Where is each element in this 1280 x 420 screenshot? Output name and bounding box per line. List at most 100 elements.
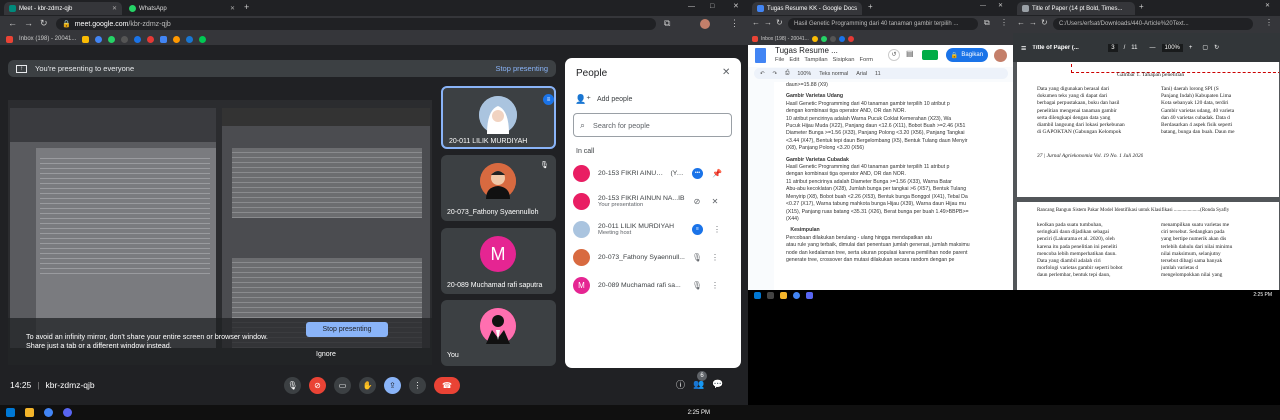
reload-icon[interactable]: ↻ [40, 19, 48, 28]
people-icon[interactable]: 👥 6 [693, 371, 708, 390]
menu-insert[interactable]: Sisipkan [833, 57, 855, 63]
avatar[interactable] [994, 49, 1007, 62]
minimize-icon[interactable]: — [688, 3, 695, 10]
bookmark-icon[interactable] [820, 36, 827, 42]
tab-pdf[interactable]: Title of Paper (14 pt Bold, Times... [1017, 2, 1135, 15]
bookmark-icon[interactable] [173, 35, 181, 43]
stop-presenting-button[interactable]: Stop presenting [306, 322, 388, 337]
fit-page-icon[interactable]: ▢ [1202, 44, 1208, 51]
back-icon[interactable]: ← [752, 19, 760, 27]
window-close-icon[interactable]: ✕ [1265, 3, 1270, 9]
info-icon[interactable]: ⓘ [676, 378, 685, 391]
mic-icon[interactable]: 🎙 [284, 377, 301, 394]
chrome-icon[interactable] [44, 408, 53, 417]
minimize-icon[interactable]: — [980, 3, 986, 9]
address-bar[interactable]: C:/Users/erfsat/Downloads/440-Article%20… [1053, 18, 1253, 30]
leave-call-button[interactable]: ☎ [434, 377, 460, 394]
chrome-icon[interactable] [793, 291, 800, 299]
tile-muchamad[interactable]: M 20-089 Muchamad rafi saputra [441, 228, 556, 294]
chat-icon[interactable]: 💬 [712, 379, 723, 390]
bookmark-icon[interactable] [134, 35, 142, 43]
captions-icon[interactable]: ▭ [334, 377, 351, 394]
add-people-button[interactable]: 👤⁺ Add people [575, 94, 632, 105]
more-icon[interactable]: ⋮ [1000, 19, 1008, 27]
github-icon[interactable] [121, 35, 129, 43]
list-item[interactable]: 20-153 FIKRI AINUN NA...IB Your presentat… [573, 187, 735, 215]
docs-logo-icon[interactable] [755, 48, 766, 63]
tile-lilik[interactable]: ≡ 20-011 LILIK MURDIYAH [441, 86, 556, 149]
meet-icon[interactable] [922, 50, 938, 60]
extensions-icon[interactable]: ⧉ [664, 19, 670, 28]
camera-off-icon[interactable]: ⊘ [309, 377, 326, 394]
style-select[interactable]: Teks normal [819, 71, 848, 77]
window-close-icon[interactable]: ✕ [998, 3, 1003, 9]
menu-file[interactable]: File [775, 57, 784, 63]
redo-icon[interactable]: ↷ [773, 71, 778, 77]
profile-avatar[interactable] [700, 19, 710, 29]
zoom-select[interactable]: 100% [797, 71, 811, 77]
present-icon[interactable]: ⇪ [384, 377, 401, 394]
menu-icon[interactable]: ≡ [1021, 43, 1026, 53]
print-icon[interactable]: ⎙ [785, 70, 789, 77]
menu-view[interactable]: Tampilan [804, 57, 827, 63]
whatsapp-bookmark-icon[interactable] [108, 35, 116, 43]
back-icon[interactable]: ← [1017, 19, 1025, 27]
address-bar[interactable]: Hasil Genetic Programming dari 40 tanama… [788, 18, 978, 30]
rotate-icon[interactable]: ↻ [1214, 44, 1219, 51]
bookmark-icon[interactable] [838, 36, 845, 42]
pin-icon[interactable]: 📌 [711, 169, 723, 178]
explorer-icon[interactable] [780, 291, 787, 299]
page-number-input[interactable]: 3 [1108, 43, 1118, 52]
list-item[interactable]: M 20-089 Muchamad rafi sa... 🎙 ⋮ [573, 271, 735, 299]
tile-you[interactable]: You [441, 300, 556, 366]
tab-whatsapp[interactable]: WhatsApp ✕ [124, 2, 240, 15]
font-size-input[interactable]: 11 [875, 71, 881, 77]
more-icon[interactable]: ⋮ [711, 225, 723, 234]
youtube-icon[interactable] [147, 35, 155, 43]
discord-icon[interactable] [63, 408, 72, 417]
bookmark-icon[interactable] [199, 35, 207, 43]
bookmark-icon[interactable] [186, 35, 194, 43]
font-select[interactable]: Arial [856, 71, 867, 77]
undo-icon[interactable]: ↶ [760, 71, 765, 77]
document-title[interactable]: Tugas Resume ... [775, 46, 838, 55]
explorer-icon[interactable] [25, 408, 34, 417]
reload-icon[interactable]: ↻ [1041, 19, 1048, 27]
forward-icon[interactable]: → [764, 19, 772, 27]
raise-hand-icon[interactable]: ✋ [359, 377, 376, 394]
window-close-icon[interactable]: ✕ [733, 3, 739, 10]
close-icon[interactable]: ✕ [112, 5, 117, 12]
menu-format[interactable]: Form [859, 57, 873, 63]
back-icon[interactable]: ← [8, 19, 17, 28]
list-item[interactable]: 20-153 FIKRI AINUN ... (You) ••• 📌 [573, 159, 735, 187]
more-icon[interactable]: ⋮ [709, 281, 721, 290]
start-icon[interactable] [754, 291, 761, 299]
share-button[interactable]: 🔒 Bagikan [946, 48, 988, 62]
tile-fathony[interactable]: 🎙 20-073_Fathony Syaennulloh [441, 155, 556, 221]
more-options-icon[interactable]: ⋮ [409, 377, 426, 394]
zoom-in-icon[interactable]: + [1189, 45, 1193, 51]
docs-bookmark-icon[interactable] [160, 35, 168, 43]
comment-icon[interactable]: ▤ [906, 49, 914, 58]
tab-docs[interactable]: Tugas Resume KK - Google Docs [752, 2, 862, 15]
ignore-button[interactable]: Ignore [316, 351, 336, 358]
start-icon[interactable] [6, 408, 15, 417]
more-icon[interactable]: ⋮ [1265, 19, 1273, 27]
search-icon[interactable] [767, 291, 774, 299]
people-search-input[interactable]: ⌕ Search for people [573, 113, 732, 137]
list-item[interactable]: 20-011 LILIK MURDIYAH Meeting host ≡ ⋮ [573, 215, 735, 243]
bookmark-icon[interactable] [829, 36, 836, 42]
address-bar[interactable]: 🔒 meet.google.com/kbr-zdmz-qjb [56, 18, 656, 30]
app-icon[interactable] [806, 291, 813, 299]
stop-presenting-link[interactable]: Stop presenting [495, 64, 548, 73]
new-tab-icon[interactable]: + [868, 3, 873, 11]
close-icon[interactable]: ✕ [722, 67, 730, 78]
document-page[interactable]: daun>=15.88 (X9) Gambir Varietas Udang Has… [774, 82, 1013, 300]
bookmark-icon[interactable] [811, 36, 818, 42]
forward-icon[interactable]: → [24, 19, 33, 28]
maximize-icon[interactable]: □ [710, 3, 714, 10]
zoom-out-icon[interactable]: — [1150, 45, 1156, 51]
new-tab-icon[interactable]: + [244, 3, 249, 12]
more-icon[interactable]: ⋮ [730, 19, 739, 28]
tab-meet[interactable]: Meet - kbr-zdmz-qjb ✕ [4, 2, 122, 15]
